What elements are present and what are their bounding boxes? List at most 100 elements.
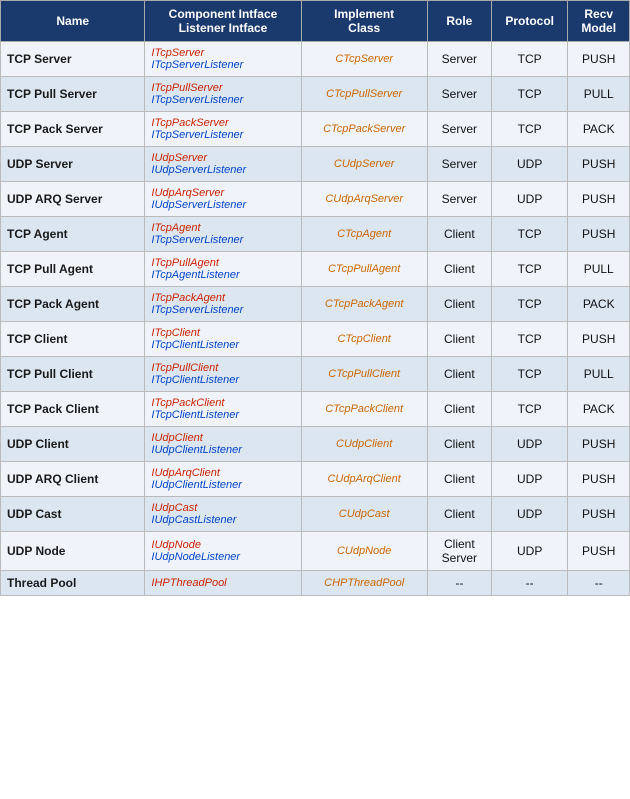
row-impl: CUdpArqServer (301, 182, 427, 217)
row-protocol: TCP (491, 392, 568, 427)
table-row: TCP Pull AgentITcpPullAgentITcpAgentList… (1, 252, 630, 287)
table-row: TCP Pack ServerITcpPackServerITcpServerL… (1, 112, 630, 147)
row-impl: CTcpAgent (301, 217, 427, 252)
row-protocol: TCP (491, 322, 568, 357)
table-row: TCP Pull ServerITcpPullServerITcpServerL… (1, 77, 630, 112)
row-impl: CUdpClient (301, 427, 427, 462)
table-row: TCP Pack ClientITcpPackClientITcpClientL… (1, 392, 630, 427)
table-row: TCP AgentITcpAgentITcpServerListenerCTcp… (1, 217, 630, 252)
row-impl: CTcpPullServer (301, 77, 427, 112)
row-recv: PUSH (568, 42, 630, 77)
table-row: UDP ARQ ClientIUdpArqClientIUdpClientLis… (1, 462, 630, 497)
row-role: Server (427, 147, 491, 182)
table-row: UDP ServerIUdpServerIUdpServerListenerCU… (1, 147, 630, 182)
row-interface: ITcpPackAgentITcpServerListener (145, 287, 301, 322)
row-impl: CUdpServer (301, 147, 427, 182)
row-protocol: UDP (491, 532, 568, 571)
row-impl: CUdpCast (301, 497, 427, 532)
row-interface: IUdpArqServerIUdpServerListener (145, 182, 301, 217)
row-role: Client (427, 497, 491, 532)
row-interface: IUdpArqClientIUdpClientListener (145, 462, 301, 497)
header-protocol: Protocol (491, 1, 568, 42)
row-recv: PUSH (568, 532, 630, 571)
row-name: TCP Pack Agent (1, 287, 145, 322)
row-name: UDP ARQ Client (1, 462, 145, 497)
row-interface: ITcpPullAgentITcpAgentListener (145, 252, 301, 287)
row-recv: PUSH (568, 462, 630, 497)
row-role: -- (427, 571, 491, 596)
row-protocol: TCP (491, 112, 568, 147)
row-recv: PUSH (568, 182, 630, 217)
row-name: TCP Server (1, 42, 145, 77)
row-protocol: UDP (491, 427, 568, 462)
row-interface: ITcpPackClientITcpClientListener (145, 392, 301, 427)
row-recv: PUSH (568, 147, 630, 182)
row-name: UDP ARQ Server (1, 182, 145, 217)
row-impl: CTcpClient (301, 322, 427, 357)
row-impl: CTcpServer (301, 42, 427, 77)
row-role: Client (427, 217, 491, 252)
row-interface: IUdpServerIUdpServerListener (145, 147, 301, 182)
row-role: Client (427, 392, 491, 427)
table-row: TCP ClientITcpClientITcpClientListenerCT… (1, 322, 630, 357)
row-name: TCP Pull Agent (1, 252, 145, 287)
header-role: Role (427, 1, 491, 42)
row-impl: CTcpPullAgent (301, 252, 427, 287)
row-recv: PUSH (568, 497, 630, 532)
row-recv: PACK (568, 392, 630, 427)
table-row: Thread PoolIHPThreadPoolCHPThreadPool---… (1, 571, 630, 596)
row-role: Server (427, 112, 491, 147)
row-interface: ITcpServerITcpServerListener (145, 42, 301, 77)
row-protocol: TCP (491, 217, 568, 252)
row-interface: IHPThreadPool (145, 571, 301, 596)
row-role: Client (427, 252, 491, 287)
row-role: Server (427, 77, 491, 112)
row-impl: CUdpNode (301, 532, 427, 571)
row-impl: CUdpArqClient (301, 462, 427, 497)
row-interface: IUdpClientIUdpClientListener (145, 427, 301, 462)
row-recv: PACK (568, 112, 630, 147)
row-protocol: TCP (491, 357, 568, 392)
row-impl: CHPThreadPool (301, 571, 427, 596)
row-protocol: UDP (491, 182, 568, 217)
row-role: ClientServer (427, 532, 491, 571)
row-name: TCP Pack Server (1, 112, 145, 147)
row-recv: PUSH (568, 322, 630, 357)
row-impl: CTcpPackAgent (301, 287, 427, 322)
row-role: Client (427, 427, 491, 462)
row-role: Client (427, 287, 491, 322)
row-name: UDP Server (1, 147, 145, 182)
row-role: Server (427, 182, 491, 217)
row-recv: PUSH (568, 427, 630, 462)
row-recv: PULL (568, 252, 630, 287)
header-recv: RecvModel (568, 1, 630, 42)
row-role: Client (427, 322, 491, 357)
row-protocol: TCP (491, 42, 568, 77)
row-name: TCP Agent (1, 217, 145, 252)
row-protocol: UDP (491, 462, 568, 497)
row-interface: ITcpPackServerITcpServerListener (145, 112, 301, 147)
row-name: TCP Client (1, 322, 145, 357)
header-name: Name (1, 1, 145, 42)
row-impl: CTcpPullClient (301, 357, 427, 392)
row-interface: IUdpNodeIUdpNodeListener (145, 532, 301, 571)
row-recv: PULL (568, 77, 630, 112)
row-name: TCP Pull Server (1, 77, 145, 112)
row-protocol: TCP (491, 77, 568, 112)
table-row: TCP Pull ClientITcpPullClientITcpClientL… (1, 357, 630, 392)
row-name: UDP Node (1, 532, 145, 571)
row-recv: PUSH (568, 217, 630, 252)
table-row: TCP ServerITcpServerITcpServerListenerCT… (1, 42, 630, 77)
row-protocol: TCP (491, 252, 568, 287)
row-interface: ITcpAgentITcpServerListener (145, 217, 301, 252)
row-role: Client (427, 357, 491, 392)
table-row: UDP ARQ ServerIUdpArqServerIUdpServerLis… (1, 182, 630, 217)
row-impl: CTcpPackServer (301, 112, 427, 147)
row-recv: PULL (568, 357, 630, 392)
row-recv: -- (568, 571, 630, 596)
row-name: TCP Pack Client (1, 392, 145, 427)
row-interface: ITcpClientITcpClientListener (145, 322, 301, 357)
row-role: Client (427, 462, 491, 497)
row-interface: IUdpCastIUdpCastListener (145, 497, 301, 532)
row-name: TCP Pull Client (1, 357, 145, 392)
